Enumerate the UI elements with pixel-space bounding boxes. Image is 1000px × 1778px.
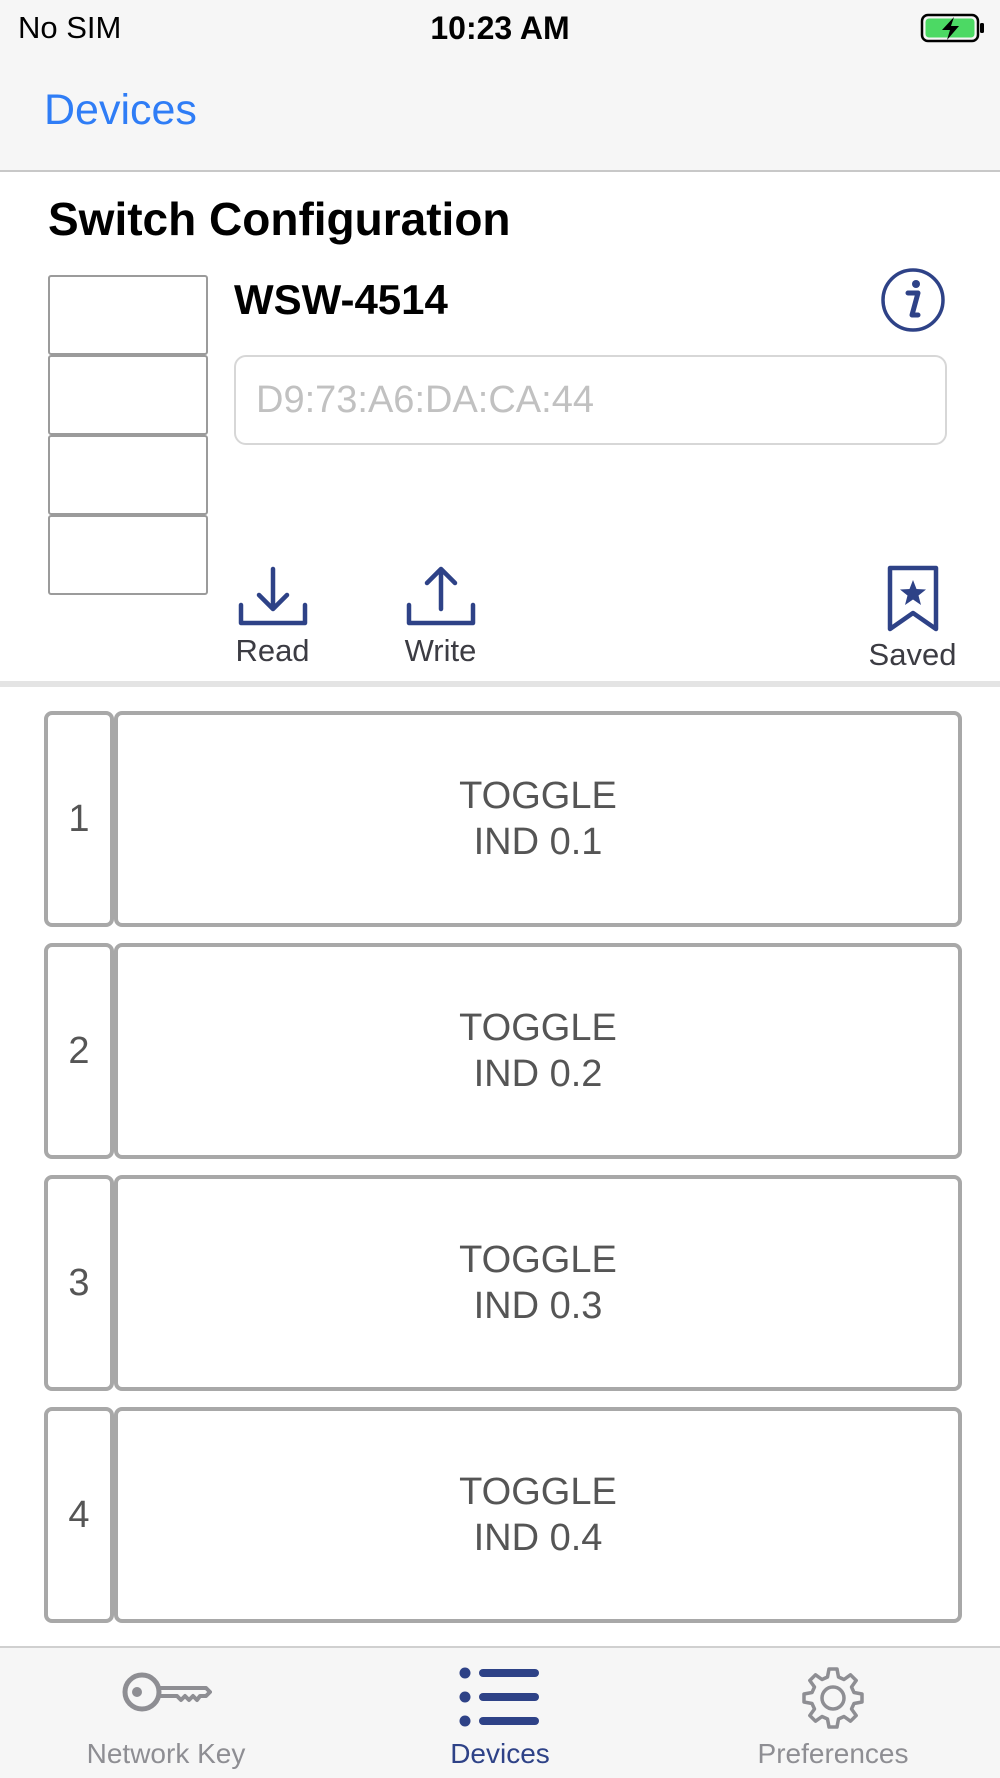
tab-preferences-label: Preferences xyxy=(757,1738,909,1769)
write-label: Write xyxy=(404,633,477,668)
switch-index-button[interactable]: 2 xyxy=(44,943,114,1159)
tab-preferences[interactable]: Preferences xyxy=(683,1648,983,1778)
switch-preview-cell xyxy=(48,515,208,595)
read-button[interactable]: Read xyxy=(220,565,325,669)
key-icon xyxy=(122,1672,212,1712)
write-button[interactable]: Write xyxy=(388,565,493,669)
switch-preview-cell xyxy=(48,435,208,515)
switch-index-button[interactable]: 3 xyxy=(44,1175,114,1391)
gear-icon xyxy=(802,1667,864,1729)
switch-button-list: 1 TOGGLE IND 0.1 2 TOGGLE IND 0.2 3 TOGG… xyxy=(44,711,962,1639)
bookmark-star-icon xyxy=(887,565,938,632)
switch-function-button[interactable]: TOGGLE IND 0.3 xyxy=(114,1175,962,1391)
tab-network-key[interactable]: Network Key xyxy=(16,1648,316,1778)
switch-function-button[interactable]: TOGGLE IND 0.2 xyxy=(114,943,962,1159)
mac-address-field[interactable] xyxy=(234,355,947,445)
switch-function-button[interactable]: TOGGLE IND 0.4 xyxy=(114,1407,962,1623)
switch-function-label: TOGGLE xyxy=(459,775,617,817)
switch-indicator-label: IND 0.3 xyxy=(473,1285,603,1327)
switch-row: 2 TOGGLE IND 0.2 xyxy=(44,943,962,1159)
upload-icon xyxy=(406,566,475,626)
status-bar: No SIM 10:23 AM xyxy=(0,0,1000,56)
tab-devices[interactable]: Devices xyxy=(350,1648,650,1778)
clock-label: 10:23 AM xyxy=(430,10,570,46)
section-divider xyxy=(0,681,1000,687)
switch-row: 3 TOGGLE IND 0.3 xyxy=(44,1175,962,1391)
back-to-devices-button[interactable]: Devices xyxy=(44,86,197,135)
tab-bar: Network Key Devices Preferences xyxy=(0,1646,1000,1778)
switch-indicator-label: IND 0.4 xyxy=(473,1517,603,1559)
saved-label: Saved xyxy=(868,637,957,672)
device-name: WSW-4514 xyxy=(234,276,448,323)
switch-row: 4 TOGGLE IND 0.4 xyxy=(44,1407,962,1623)
info-icon[interactable] xyxy=(880,267,946,333)
switch-index-button[interactable]: 1 xyxy=(44,711,114,927)
read-label: Read xyxy=(235,633,310,668)
switch-preview-cell xyxy=(48,355,208,435)
switch-function-label: TOGGLE xyxy=(459,1471,617,1513)
switch-preview xyxy=(48,275,208,595)
saved-button[interactable]: Saved xyxy=(855,565,970,673)
list-icon xyxy=(459,1667,539,1727)
switch-indicator-label: IND 0.2 xyxy=(473,1053,603,1095)
tab-network-key-label: Network Key xyxy=(86,1738,246,1769)
switch-index-button[interactable]: 4 xyxy=(44,1407,114,1623)
switch-row: 1 TOGGLE IND 0.1 xyxy=(44,711,962,927)
battery-charging-icon xyxy=(920,13,984,43)
switch-function-label: TOGGLE xyxy=(459,1239,617,1281)
tab-devices-label: Devices xyxy=(450,1738,550,1769)
page-title: Switch Configuration xyxy=(48,193,511,245)
switch-preview-cell xyxy=(48,275,208,355)
download-icon xyxy=(238,566,307,626)
switch-function-button[interactable]: TOGGLE IND 0.1 xyxy=(114,711,962,927)
switch-indicator-label: IND 0.1 xyxy=(473,821,603,863)
switch-function-label: TOGGLE xyxy=(459,1007,617,1049)
navigation-bar: Devices xyxy=(0,56,1000,172)
